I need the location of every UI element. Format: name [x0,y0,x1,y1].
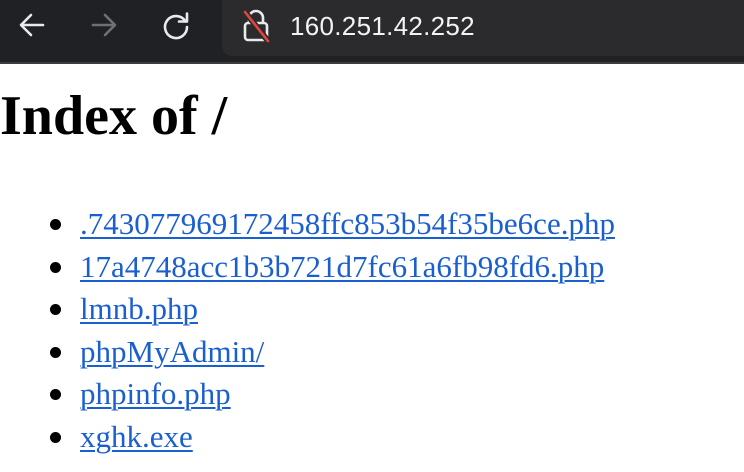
not-secure-lock-icon[interactable] [240,8,272,44]
file-link[interactable]: 17a4748acc1b3b721d7fc61a6fb98fd6.php [80,249,604,284]
back-arrow-icon [19,13,45,37]
list-item: phpMyAdmin/ [0,331,615,374]
page-title: Index of / [0,85,228,147]
bullet-icon [50,389,61,401]
forward-arrow-icon [91,13,117,37]
url-text[interactable]: 160.251.42.252 [290,8,475,44]
file-link[interactable]: lmnb.php [80,291,198,326]
list-item: phpinfo.php [0,373,615,416]
folder-link[interactable]: phpMyAdmin/ [80,334,264,369]
list-item: lmnb.php [0,288,615,331]
bullet-icon [50,261,61,273]
file-link[interactable]: xghk.exe [80,419,193,454]
list-item: .743077969172458ffc853b54f35be6ce.php [0,203,615,246]
address-bar[interactable]: 160.251.42.252 [222,0,744,56]
bullet-icon [50,304,61,316]
back-button[interactable] [14,7,50,43]
reload-icon [163,12,189,40]
bullet-icon [50,431,61,443]
file-link[interactable]: phpinfo.php [80,376,231,411]
file-link[interactable]: .743077969172458ffc853b54f35be6ce.php [80,206,615,241]
reload-button[interactable] [158,7,194,43]
bullet-icon [50,219,61,230]
browser-toolbar: 160.251.42.252 [0,0,744,64]
forward-button[interactable] [86,7,122,43]
list-item: xghk.exe [0,416,615,459]
file-list: .743077969172458ffc853b54f35be6ce.php 17… [0,203,615,459]
list-item: 17a4748acc1b3b721d7fc61a6fb98fd6.php [0,246,615,289]
directory-listing-page: Index of / .743077969172458ffc853b54f35b… [0,66,744,472]
bullet-icon [50,346,61,358]
